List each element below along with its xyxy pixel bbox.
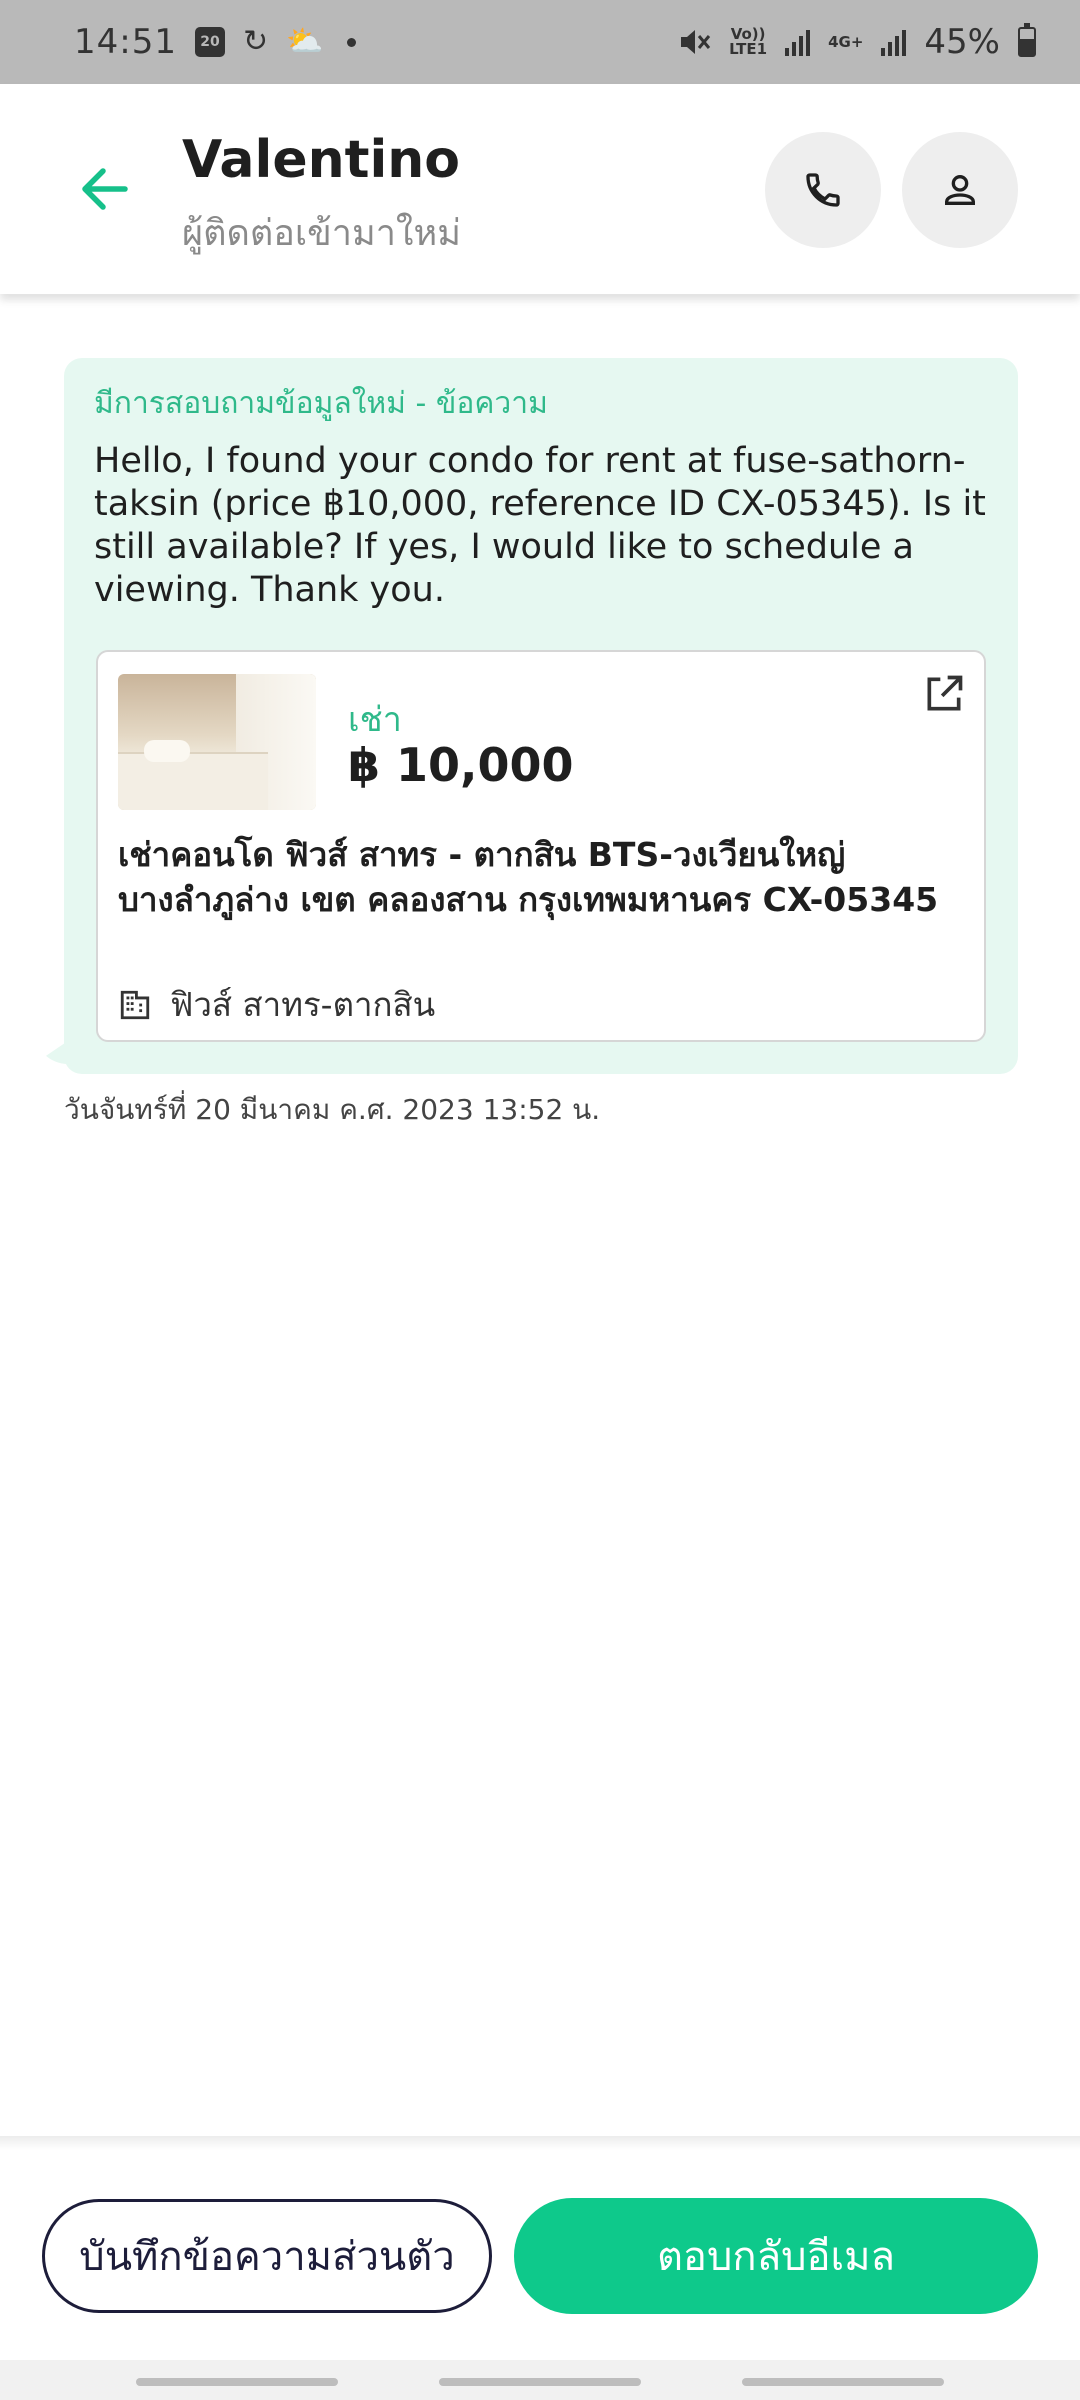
listing-price: ฿ 10,000	[348, 738, 574, 792]
battery-percent: 45%	[924, 22, 1000, 62]
message-text: Hello, I found your condo for rent at fu…	[94, 441, 986, 610]
person-icon	[945, 175, 975, 205]
listing-thumbnail	[118, 674, 316, 810]
listing-card[interactable]: เช่า ฿ 10,000 เช่าคอนโด ฟิวส์ สาทร - ตาก…	[96, 650, 986, 1042]
system-nav-bar	[0, 2360, 1080, 2400]
volte-indicator: Vo)) LTE1	[729, 25, 768, 58]
notification-dot-icon	[347, 37, 357, 47]
back-button[interactable]	[70, 154, 140, 224]
weather-icon: ⛅	[286, 24, 324, 59]
signal-icon-2	[881, 28, 907, 56]
contact-name: Valentino	[182, 130, 461, 190]
bottom-divider	[0, 2136, 1080, 2150]
listing-title: เช่าคอนโด ฟิวส์ สาทร - ตากสิน BTS-วงเวีย…	[118, 835, 939, 919]
message-timestamp: วันจันทร์ที่ 20 มีนาคม ค.ศ. 2023 13:52 น…	[64, 1093, 601, 1126]
nav-pill-center[interactable]	[439, 2378, 641, 2386]
battery-icon	[1018, 23, 1036, 57]
message-label: มีการสอบถามข้อมูลใหม่ - ข้อความ	[94, 386, 548, 421]
nav-pill-right[interactable]	[742, 2378, 944, 2386]
signal-icon	[785, 28, 811, 56]
open-external-icon[interactable]	[922, 672, 966, 716]
network-type-indicator: 4G+	[828, 32, 864, 51]
contact-title: Valentino ผู้ติดต่อเข้ามาใหม่	[182, 130, 461, 261]
call-button[interactable]	[765, 132, 881, 248]
contact-status: ผู้ติดต่อเข้ามาใหม่	[182, 213, 461, 254]
building-icon	[120, 990, 150, 1019]
contact-profile-button[interactable]	[902, 132, 1018, 248]
app-bar: Valentino ผู้ติดต่อเข้ามาใหม่	[0, 84, 1080, 294]
message-bubble: มีการสอบถามข้อมูลใหม่ - ข้อความ Hello, I…	[64, 358, 1018, 1074]
private-note-button[interactable]: บันทึกข้อความส่วนตัว	[42, 2199, 492, 2313]
reply-email-button[interactable]: ตอบกลับอีเมล	[514, 2198, 1038, 2314]
status-time: 14:51	[74, 22, 177, 62]
listing-project: ฟิวส์ สาทร-ตากสิน	[118, 978, 435, 1031]
mute-icon	[681, 30, 711, 54]
calendar-icon: 20	[194, 27, 225, 57]
phone-icon	[806, 173, 840, 207]
status-bar: 14:51 20 ↻ ⛅ Vo)) LTE1 4G+ 45%	[0, 0, 1080, 84]
arrow-left-icon	[82, 168, 128, 210]
nav-pill-left[interactable]	[136, 2378, 338, 2386]
project-name: ฟิวส์ สาทร-ตากสิน	[170, 985, 436, 1024]
sync-icon: ↻	[242, 24, 269, 59]
